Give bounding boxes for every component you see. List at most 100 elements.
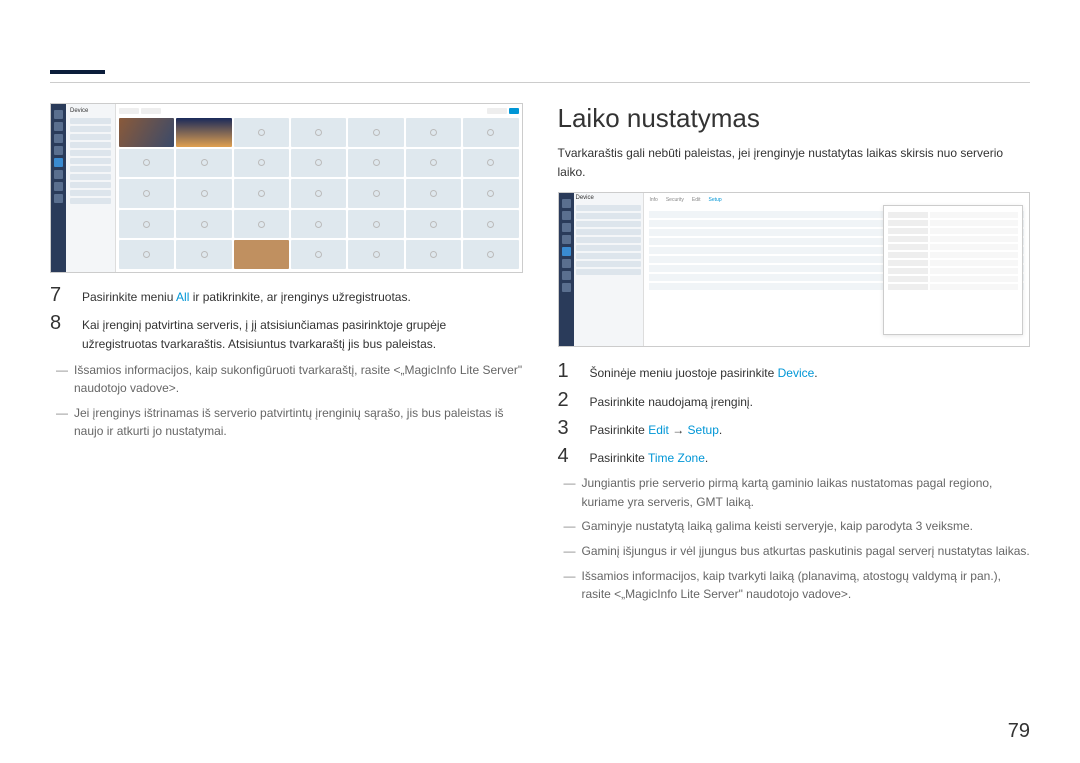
note-restore-time: Gaminį išjungus ir vėl įjungus bus atkur… [570,542,1031,561]
nav-icon [54,122,63,131]
step-8: 8 Kai įrenginį patvirtina serveris, į jį… [50,313,523,354]
note-change-time: Gaminyje nustatytą laiką galima keisti s… [570,517,1031,536]
section-heading: Laiko nustatymas [558,103,1031,134]
menu-link-edit: Edit [648,423,669,437]
ss-thumbnail-empty [119,149,174,178]
ss-thumbnail-empty [463,118,518,147]
text: Pasirinkite [590,451,648,465]
ss-thumbnail [119,118,174,147]
screenshot-device-setup: Device Info Security Edit [558,192,1031,347]
nav-icon [54,146,63,155]
ss-thumbnail-empty [234,149,289,178]
ss-tree-item [576,213,641,219]
ss-thumbnail-empty [176,240,231,269]
menu-link-setup: Setup [688,423,719,437]
ss-panel-title: Device [576,195,641,201]
ss-thumbnail-empty [406,210,461,239]
ss-thumbnail-empty [119,240,174,269]
ss-thumbnail [234,240,289,269]
ss-thumbnail-empty [406,240,461,269]
ss-dialog-row [888,260,1018,266]
ss-tree-item [70,142,111,148]
ss-tab-active: Setup [709,197,722,203]
text: ir patikrinkite, ar įrenginys užregistru… [189,290,410,304]
ss-tree-item [576,261,641,267]
step-2: 2 Pasirinkite naudojamą įrenginį. [558,390,1031,412]
ss-thumbnail-empty [234,179,289,208]
ss-dialog-row [888,212,1018,218]
ss-thumbnail-empty [348,240,403,269]
ss-thumbnail-empty [463,240,518,269]
intro-text: Tvarkaraštis gali nebūti paleistas, jei … [558,144,1031,182]
nav-icon [54,134,63,143]
step-text: Pasirinkite Edit → Setup. [590,421,723,440]
ss-thumbnail-empty [176,179,231,208]
step-1: 1 Šoninėje meniu juostoje pasirinkite De… [558,361,1031,383]
ss-thumbnail-empty [406,149,461,178]
ss-toolbar [119,107,519,115]
nav-icon-active [54,158,63,167]
ss-thumbnail-empty [406,118,461,147]
nav-icon [54,110,63,119]
ss-dialog-row [888,236,1018,242]
ss-tree-item [576,221,641,227]
ss-tree-item [70,150,111,156]
ss-thumbnail-empty [234,210,289,239]
screenshot-device-grid: Device [50,103,523,273]
left-column: Device [50,103,523,610]
note-gmt: Jungiantis prie serverio pirmą kartą gam… [570,474,1031,511]
ss-toolbar-btn-primary [509,108,519,114]
ss-tabs: Info Security Edit Setup [647,196,1027,204]
ss-left-panel: Device [574,193,644,346]
step-number: 2 [558,390,574,410]
nav-icon [562,271,571,280]
ss-thumbnail-empty [119,210,174,239]
ss-tree-item [70,198,111,204]
ss-dialog-row [888,228,1018,234]
ss-dialog-row [888,220,1018,226]
ss-left-panel: Device [66,104,116,272]
ss-thumbnail-empty [291,118,346,147]
step-4: 4 Pasirinkite Time Zone. [558,446,1031,468]
text: . [719,423,722,437]
ss-thumbnail-empty [291,240,346,269]
ss-thumbnail-empty [234,118,289,147]
ss-panel-title: Device [70,108,111,114]
ss-thumbnail-empty [176,149,231,178]
ss-tree-item [70,174,111,180]
step-3: 3 Pasirinkite Edit → Setup. [558,418,1031,440]
menu-link-timezone: Time Zone [648,451,705,465]
nav-icon [562,211,571,220]
text: . [705,451,708,465]
ss-dialog-row [888,276,1018,282]
ss-thumbnail-empty [348,118,403,147]
ss-thumbnail-empty [291,149,346,178]
ss-tree-item [576,205,641,211]
ss-thumbnail-empty [291,179,346,208]
ss-tree-item [70,166,111,172]
text: Šoninėje meniu juostoje pasirinkite [590,366,778,380]
ss-tree-item [576,269,641,275]
ss-main-area: Info Security Edit Setup [644,193,1030,346]
ss-dialog-row [888,252,1018,258]
ss-thumbnail-empty [291,210,346,239]
ss-tab: Info [650,197,658,203]
menu-link-device: Device [778,366,815,380]
nav-icon [562,259,571,268]
ss-tab: Security [666,197,684,203]
ss-toolbar-btn [487,108,507,114]
nav-icon [562,235,571,244]
text: Pasirinkite [590,423,649,437]
ss-thumbnail-empty [406,179,461,208]
ss-dialog-row [888,244,1018,250]
note-device-delete: Jei įrenginys ištrinamas iš serverio pat… [62,404,523,441]
ss-dialog [883,205,1023,335]
ss-tree-item [70,158,111,164]
ss-tree-item [576,229,641,235]
ss-tree-item [70,126,111,132]
nav-icon [54,182,63,191]
note-manage-time: Išsamios informacijos, kaip tvarkyti lai… [570,567,1031,604]
step-text: Pasirinkite naudojamą įrenginį. [590,393,753,412]
ss-thumbnail-empty [119,179,174,208]
ss-tree-item [70,118,111,124]
